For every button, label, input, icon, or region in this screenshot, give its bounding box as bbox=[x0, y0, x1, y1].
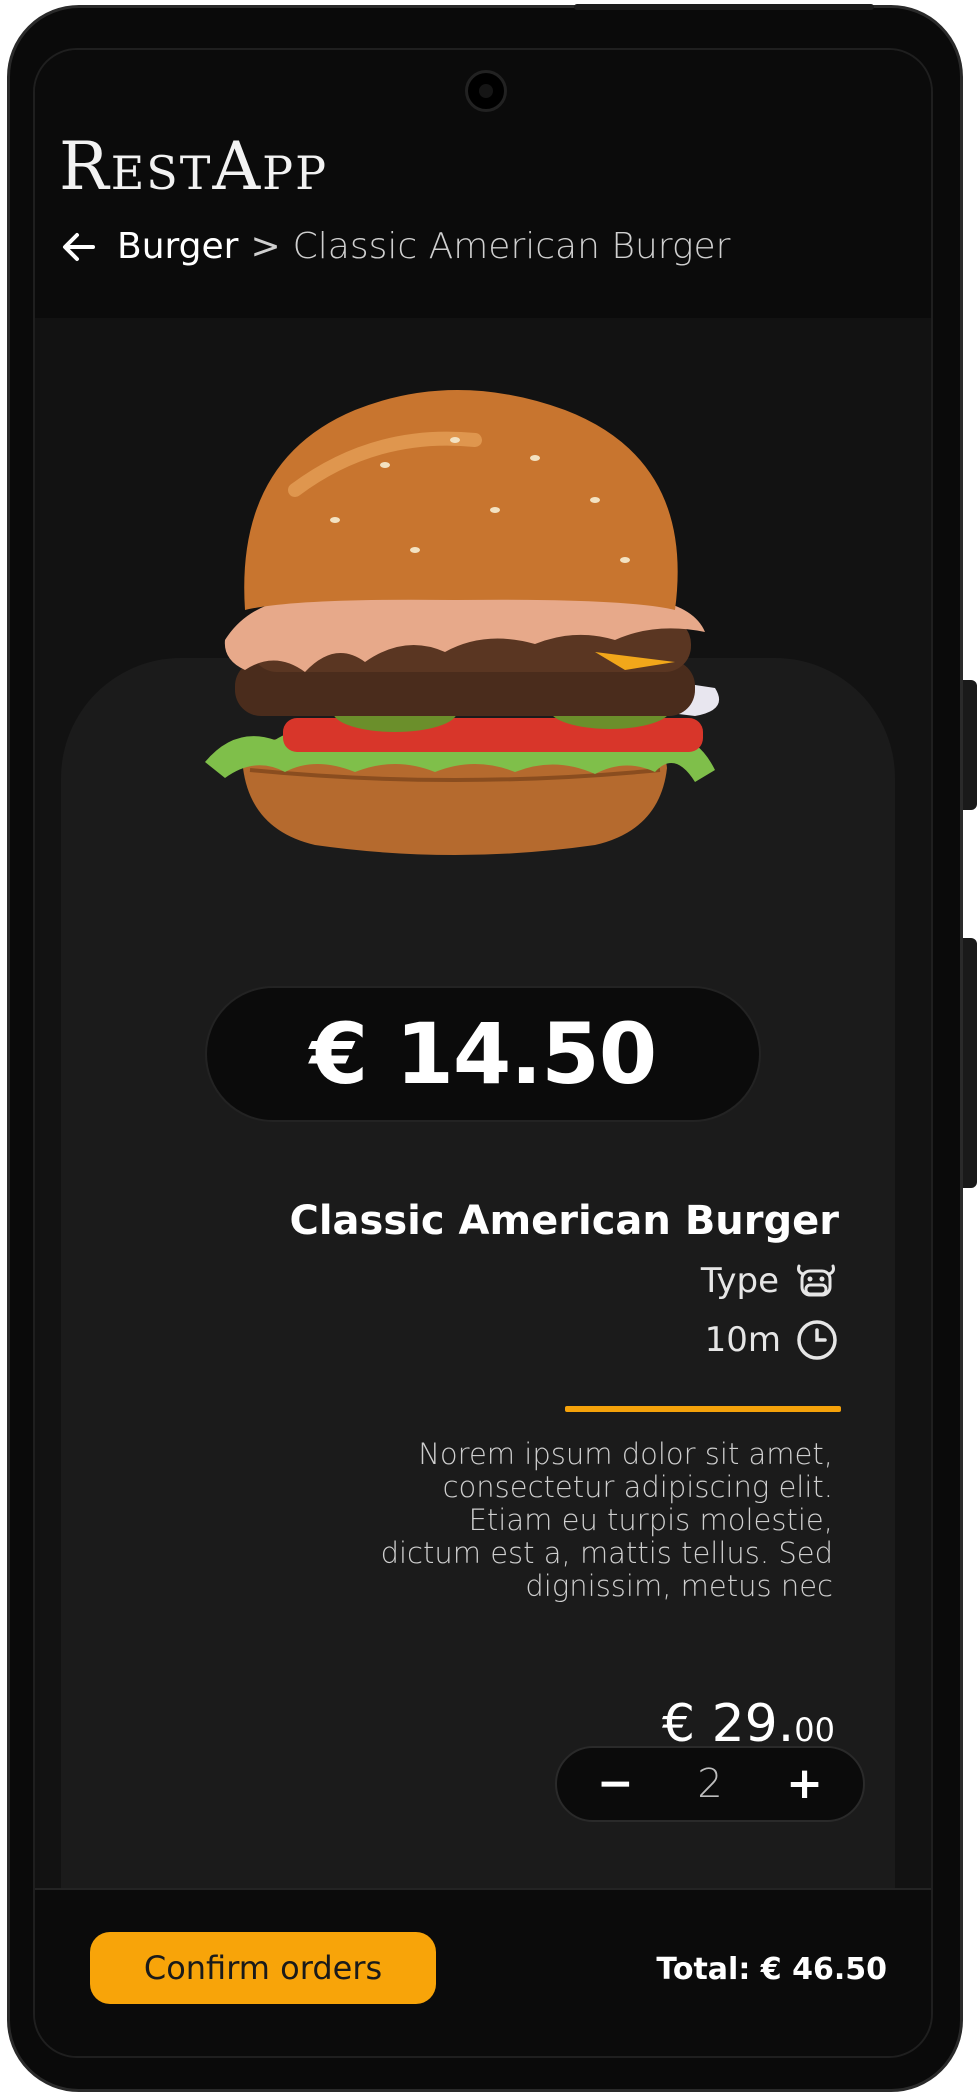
product-type-label: Type bbox=[700, 1261, 779, 1301]
product-description: Norem ipsum dolor sit amet, consectetur … bbox=[380, 1437, 833, 1603]
decrease-button[interactable]: − bbox=[597, 1762, 634, 1806]
phone-power-button bbox=[963, 938, 977, 1188]
app-screen: RestApp Burger > Classic American Burger bbox=[33, 48, 933, 2058]
product-price: € 14.50 bbox=[205, 986, 761, 1122]
product-type-row: Type bbox=[289, 1258, 839, 1304]
increase-button[interactable]: + bbox=[786, 1762, 823, 1806]
product-time-label: 10m bbox=[704, 1320, 781, 1360]
breadcrumb-current: Classic American Burger bbox=[292, 226, 731, 267]
clock-icon bbox=[797, 1320, 837, 1360]
cow-icon bbox=[797, 1264, 835, 1297]
item-subtotal-cents: 00 bbox=[794, 1711, 835, 1749]
quantity-value: 2 bbox=[697, 1761, 723, 1807]
breadcrumb-separator: > bbox=[250, 226, 281, 267]
accent-divider bbox=[565, 1406, 841, 1412]
product-name: Classic American Burger bbox=[289, 1198, 839, 1244]
order-total: Total: € 46.50 bbox=[656, 1952, 887, 1987]
burger-image bbox=[205, 390, 720, 855]
app-brand: RestApp bbox=[59, 128, 329, 205]
front-camera bbox=[465, 70, 507, 112]
item-subtotal-main: € 29. bbox=[661, 1694, 795, 1754]
phone-top-slot bbox=[574, 4, 874, 10]
breadcrumb: Burger > Classic American Burger bbox=[59, 226, 730, 267]
order-footer: Confirm orders Total: € 46.50 bbox=[35, 1888, 931, 2056]
phone-volume-button bbox=[963, 680, 977, 810]
item-subtotal: € 29.00 bbox=[662, 1694, 835, 1754]
product-time-row: 10m bbox=[289, 1318, 839, 1362]
quantity-stepper: − 2 + bbox=[555, 1746, 865, 1822]
product-info: Classic American Burger Type 10m bbox=[289, 1198, 839, 1362]
confirm-orders-button[interactable]: Confirm orders bbox=[90, 1932, 436, 2004]
arrow-left-icon[interactable] bbox=[59, 227, 99, 267]
breadcrumb-category[interactable]: Burger bbox=[117, 226, 238, 267]
product-content: € 14.50 Classic American Burger Type 10m bbox=[35, 318, 931, 1888]
